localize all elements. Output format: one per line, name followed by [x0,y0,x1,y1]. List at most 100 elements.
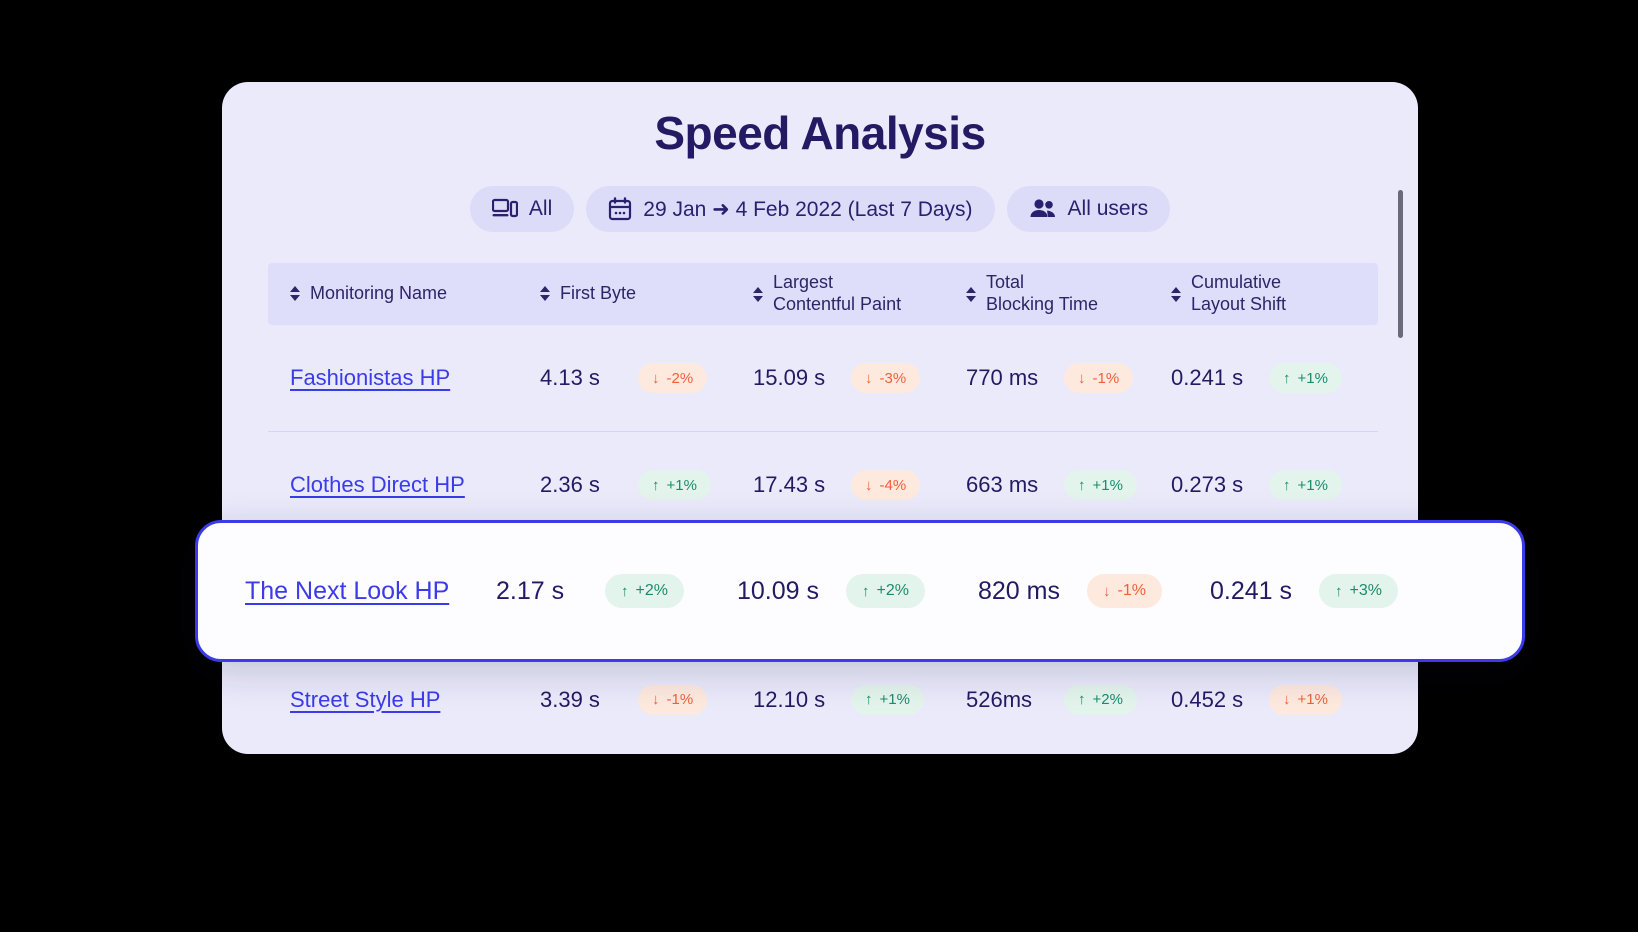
cell-first-byte: 4.13 s ↓ -2% [540,363,753,393]
delta-value: -1% [1117,582,1146,599]
delta-value: +2% [635,582,668,599]
delta-value: +1% [666,476,697,494]
metric-value: 0.241 s [1171,365,1244,390]
page-title: Speed Analysis [654,107,986,159]
table-row[interactable]: Street Style HP 3.39 s ↓ -1% 12.10 s ↑ +… [268,646,1378,753]
metric-value: 3.39 s [540,686,600,712]
site-link[interactable]: Fashionistas HP [290,365,450,391]
delta-value: +1% [1297,369,1328,387]
metric-value: 0.241 s [1210,576,1293,605]
delta-value: -2% [666,369,694,387]
cell-total-blocking-time: 770 ms ↓ -1% [966,363,1171,393]
arrow-down-icon: ↓ [1103,582,1111,600]
site-link[interactable]: The Next Look HP [245,577,449,606]
cell-cumulative-layout-shift: 0.241 s ↑ +1% [1171,363,1378,393]
device-filter-pill[interactable]: All [469,186,575,232]
metric-value: 17.43 s [753,472,826,497]
sort-icon[interactable] [753,286,763,302]
highlighted-table-row[interactable]: The Next Look HP 2.17 s ↑ +2% 10.09 s ↑ … [195,520,1525,662]
table-row[interactable]: Fashionistas HP 4.13 s ↓ -2% 15.09 s ↓ -… [268,325,1378,432]
cell-monitoring-name: Street Style HP [268,687,540,713]
metric-value: 4.13 s [540,365,600,390]
delta-value: -4% [879,476,907,494]
delta-value: -1% [666,691,694,708]
arrow-up-icon: ↑ [862,582,870,600]
metric-value: 0.452 s [1171,686,1244,712]
date-range-pill[interactable]: 29 Jan ➜ 4 Feb 2022 (Last 7 Days) [586,186,995,232]
cell-total-blocking-time: 663 ms ↑ +1% [966,470,1171,500]
arrow-down-icon: ↓ [1078,369,1086,387]
delta-badge: ↑ +2% [605,574,684,608]
column-header-label: First Byte [560,283,637,304]
delta-value: -3% [879,369,907,387]
metric-value: 526ms [966,686,1033,712]
sort-icon[interactable] [966,286,976,302]
users-filter-pill[interactable]: All users [1006,186,1171,232]
arrow-up-icon: ↑ [1078,691,1086,708]
cell-largest-contentful-paint: 15.09 s ↓ -3% [753,363,966,393]
sort-icon[interactable] [290,286,300,302]
delta-value: +1% [879,691,910,708]
metric-value: 0.273 s [1171,472,1244,497]
column-header-first-byte[interactable]: First Byte [540,283,753,305]
cell-largest-contentful-paint: 12.10 s ↑ +1% [753,684,966,715]
arrow-up-icon: ↑ [621,582,629,600]
delta-value: +2% [876,582,909,599]
metric-value: 2.17 s [496,576,565,605]
site-link[interactable]: Street Style HP [290,687,440,713]
delta-value: +1% [1297,691,1328,708]
metrics-table: Monitoring Name First Byte Largest Conte… [268,263,1378,753]
delta-badge: ↑ +2% [846,574,925,608]
cell-cumulative-layout-shift: 0.452 s ↓ +1% [1171,684,1378,715]
sort-icon[interactable] [540,286,550,302]
arrow-down-icon: ↓ [1283,691,1291,708]
column-header-label: Monitoring Name [310,283,448,304]
delta-value: +1% [1092,476,1123,494]
device-filter-label: All [528,197,553,220]
delta-badge: ↑ +1% [1269,363,1342,393]
delta-badge: ↓ -4% [851,470,921,500]
column-header-largest-contentful-paint[interactable]: Largest Contentful Paint [753,272,966,316]
users-filter-label: All users [1067,197,1149,220]
arrow-down-icon: ↓ [865,476,873,494]
sort-icon[interactable] [1171,286,1181,302]
column-header-label: Cumulative Layout Shift [1191,272,1287,314]
column-header-total-blocking-time[interactable]: Total Blocking Time [966,272,1171,316]
cell-cumulative-layout-shift: 0.273 s ↑ +1% [1171,470,1378,500]
delta-badge: ↑ +2% [1064,684,1137,715]
screenshot-root: { "header": { "title": "Speed Analysis" … [0,0,1638,932]
calendar-icon [608,197,632,221]
arrow-up-icon: ↑ [1283,369,1291,387]
arrow-up-icon: ↑ [1335,582,1343,600]
delta-badge: ↑ +1% [638,470,711,500]
cell-total-blocking-time: 820 ms ↓ -1% [978,574,1210,608]
arrow-down-icon: ↓ [865,369,873,387]
cell-largest-contentful-paint: 17.43 s ↓ -4% [753,470,966,500]
cell-first-byte: 2.17 s ↑ +2% [496,574,737,608]
delta-value: -1% [1092,369,1120,387]
site-link[interactable]: Clothes Direct HP [290,472,465,498]
delta-badge: ↑ +1% [851,684,924,715]
delta-value: +2% [1092,691,1123,708]
cell-monitoring-name: Clothes Direct HP [268,472,540,498]
metric-value: 770 ms [966,365,1039,390]
column-header-cumulative-layout-shift[interactable]: Cumulative Layout Shift [1171,272,1378,316]
users-icon [1029,198,1057,220]
delta-badge: ↑ +1% [1064,470,1137,500]
column-header-label: Total Blocking Time [986,272,1099,314]
delta-badge: ↓ -1% [1087,574,1162,608]
metric-value: 10.09 s [737,576,820,605]
delta-badge: ↑ +1% [1269,470,1342,500]
metric-value: 820 ms [978,576,1060,605]
column-header-monitoring-name[interactable]: Monitoring Name [268,283,540,305]
vertical-scrollbar[interactable] [1398,190,1403,338]
metric-value: 2.36 s [540,472,600,497]
arrow-up-icon: ↑ [1283,476,1291,494]
arrow-up-icon: ↑ [652,476,660,494]
cell-total-blocking-time: 526ms ↑ +2% [966,684,1171,715]
cell-first-byte: 3.39 s ↓ -1% [540,684,753,715]
table-header-row: Monitoring Name First Byte Largest Conte… [268,263,1378,325]
cell-monitoring-name: The Next Look HP [198,577,496,606]
filter-bar: All 29 Jan ➜ 4 Feb 2022 (Last 7 Days) Al… [222,186,1418,232]
delta-badge: ↑ +3% [1319,574,1398,608]
